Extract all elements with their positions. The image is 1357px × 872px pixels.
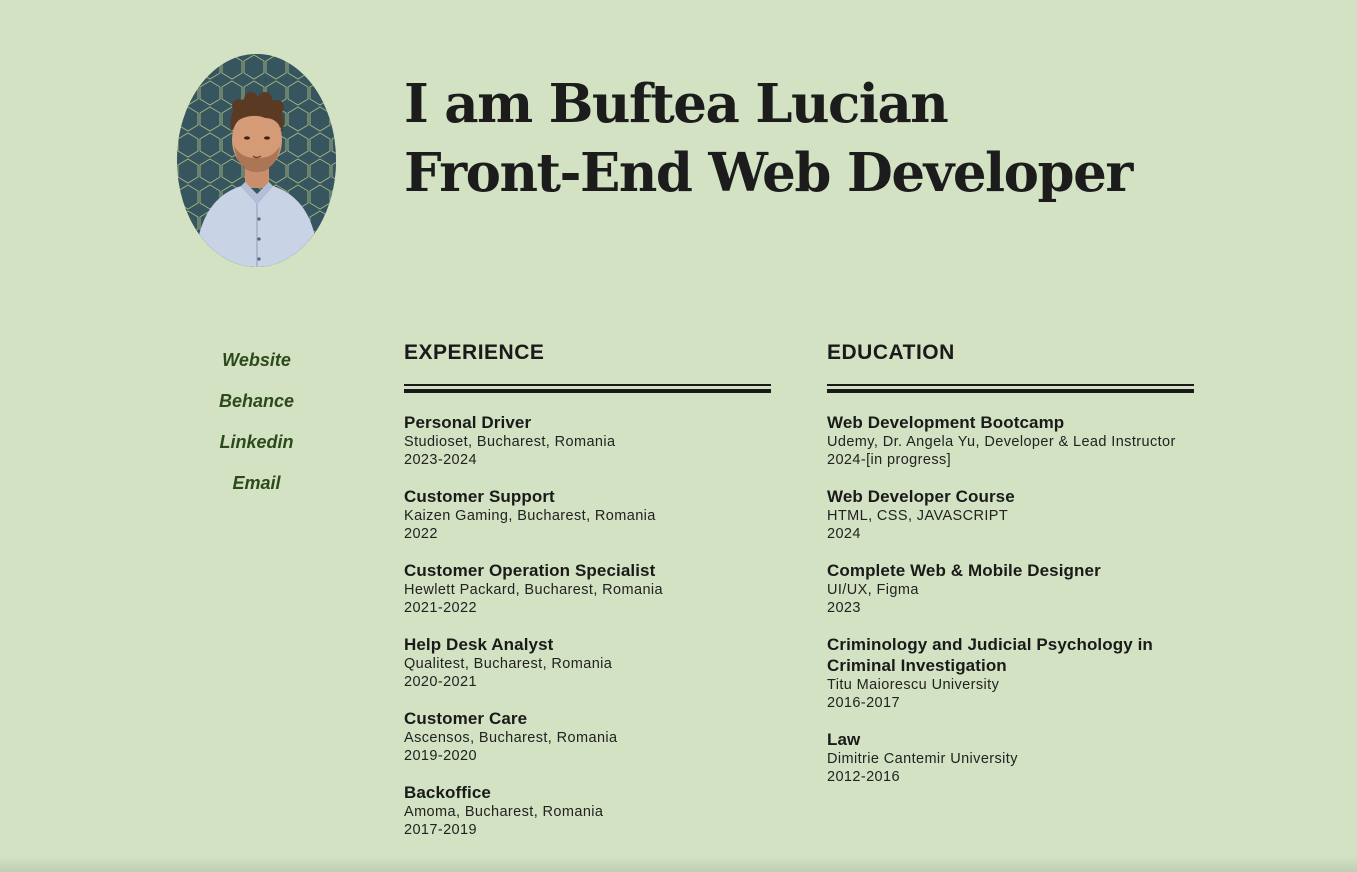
education-item: Criminology and Judicial Psychology in C… (827, 634, 1194, 712)
profile-links: Website Behance Linkedin Email (177, 348, 336, 512)
education-item: Web Developer Course HTML, CSS, JAVASCRI… (827, 486, 1194, 543)
job-years: 2023-2024 (404, 452, 477, 468)
course-years: 2024-[in progress] (827, 452, 952, 468)
education-section: EDUCATION Web Development Bootcamp Udemy… (827, 340, 1194, 803)
experience-divider (404, 384, 771, 393)
job-company: Kaizen Gaming, Bucharest, Romania (404, 508, 656, 524)
job-years: 2017-2019 (404, 822, 477, 838)
job-title: Customer Support (404, 487, 555, 506)
behance-link[interactable]: Behance (177, 389, 336, 430)
course-institution: HTML, CSS, JAVASCRIPT (827, 508, 1009, 524)
experience-item: Personal Driver Studioset, Bucharest, Ro… (404, 412, 771, 469)
hero-heading: I am Buftea Lucian Front-End Web Develop… (404, 70, 1133, 208)
course-years: 2016-2017 (827, 695, 900, 711)
course-institution: Dimitrie Cantemir University (827, 751, 1018, 767)
education-item: Web Development Bootcamp Udemy, Dr. Ange… (827, 412, 1194, 469)
hero-role: Front-End Web Developer (404, 142, 1133, 204)
job-years: 2020-2021 (404, 674, 477, 690)
website-link[interactable]: Website (177, 348, 336, 389)
education-list: Web Development Bootcamp Udemy, Dr. Ange… (827, 412, 1194, 786)
education-divider (827, 384, 1194, 393)
linkedin-link[interactable]: Linkedin (177, 430, 336, 471)
education-item: Law Dimitrie Cantemir University 2012-20… (827, 729, 1194, 786)
course-years: 2023 (827, 600, 861, 616)
course-institution: Udemy, Dr. Angela Yu, Developer & Lead I… (827, 434, 1176, 450)
job-years: 2021-2022 (404, 600, 477, 616)
job-title: Personal Driver (404, 413, 532, 432)
course-title: Web Development Bootcamp (827, 413, 1065, 432)
experience-item: Customer Operation Specialist Hewlett Pa… (404, 560, 771, 617)
course-title: Web Developer Course (827, 487, 1015, 506)
course-title: Criminology and Judicial Psychology in C… (827, 635, 1153, 675)
education-heading: EDUCATION (827, 341, 955, 364)
job-title: Customer Operation Specialist (404, 561, 656, 580)
experience-heading: EXPERIENCE (404, 341, 545, 364)
course-years: 2012-2016 (827, 769, 900, 785)
course-title: Complete Web & Mobile Designer (827, 561, 1101, 580)
education-item: Complete Web & Mobile Designer UI/UX, Fi… (827, 560, 1194, 617)
course-years: 2024 (827, 526, 861, 542)
job-title: Backoffice (404, 783, 491, 802)
job-company: Studioset, Bucharest, Romania (404, 434, 616, 450)
job-years: 2022 (404, 526, 438, 542)
hero-name: I am Buftea Lucian (404, 73, 949, 135)
job-company: Hewlett Packard, Bucharest, Romania (404, 582, 663, 598)
course-institution: UI/UX, Figma (827, 582, 919, 598)
course-institution: Titu Maiorescu University (827, 677, 1000, 693)
course-title: Law (827, 730, 861, 749)
profile-photo (177, 54, 336, 267)
experience-item: Help Desk Analyst Qualitest, Bucharest, … (404, 634, 771, 691)
job-company: Ascensos, Bucharest, Romania (404, 730, 618, 746)
experience-item: Customer Support Kaizen Gaming, Buchares… (404, 486, 771, 543)
experience-item: Customer Care Ascensos, Bucharest, Roman… (404, 708, 771, 765)
job-title: Customer Care (404, 709, 528, 728)
job-company: Qualitest, Bucharest, Romania (404, 656, 613, 672)
experience-item: Backoffice Amoma, Bucharest, Romania 201… (404, 782, 771, 839)
experience-section: EXPERIENCE Personal Driver Studioset, Bu… (404, 340, 771, 856)
job-company: Amoma, Bucharest, Romania (404, 804, 604, 820)
job-years: 2019-2020 (404, 748, 477, 764)
email-link[interactable]: Email (177, 471, 336, 512)
experience-list: Personal Driver Studioset, Bucharest, Ro… (404, 412, 771, 839)
resume-page: I am Buftea Lucian Front-End Web Develop… (0, 0, 1357, 872)
job-title: Help Desk Analyst (404, 635, 554, 654)
